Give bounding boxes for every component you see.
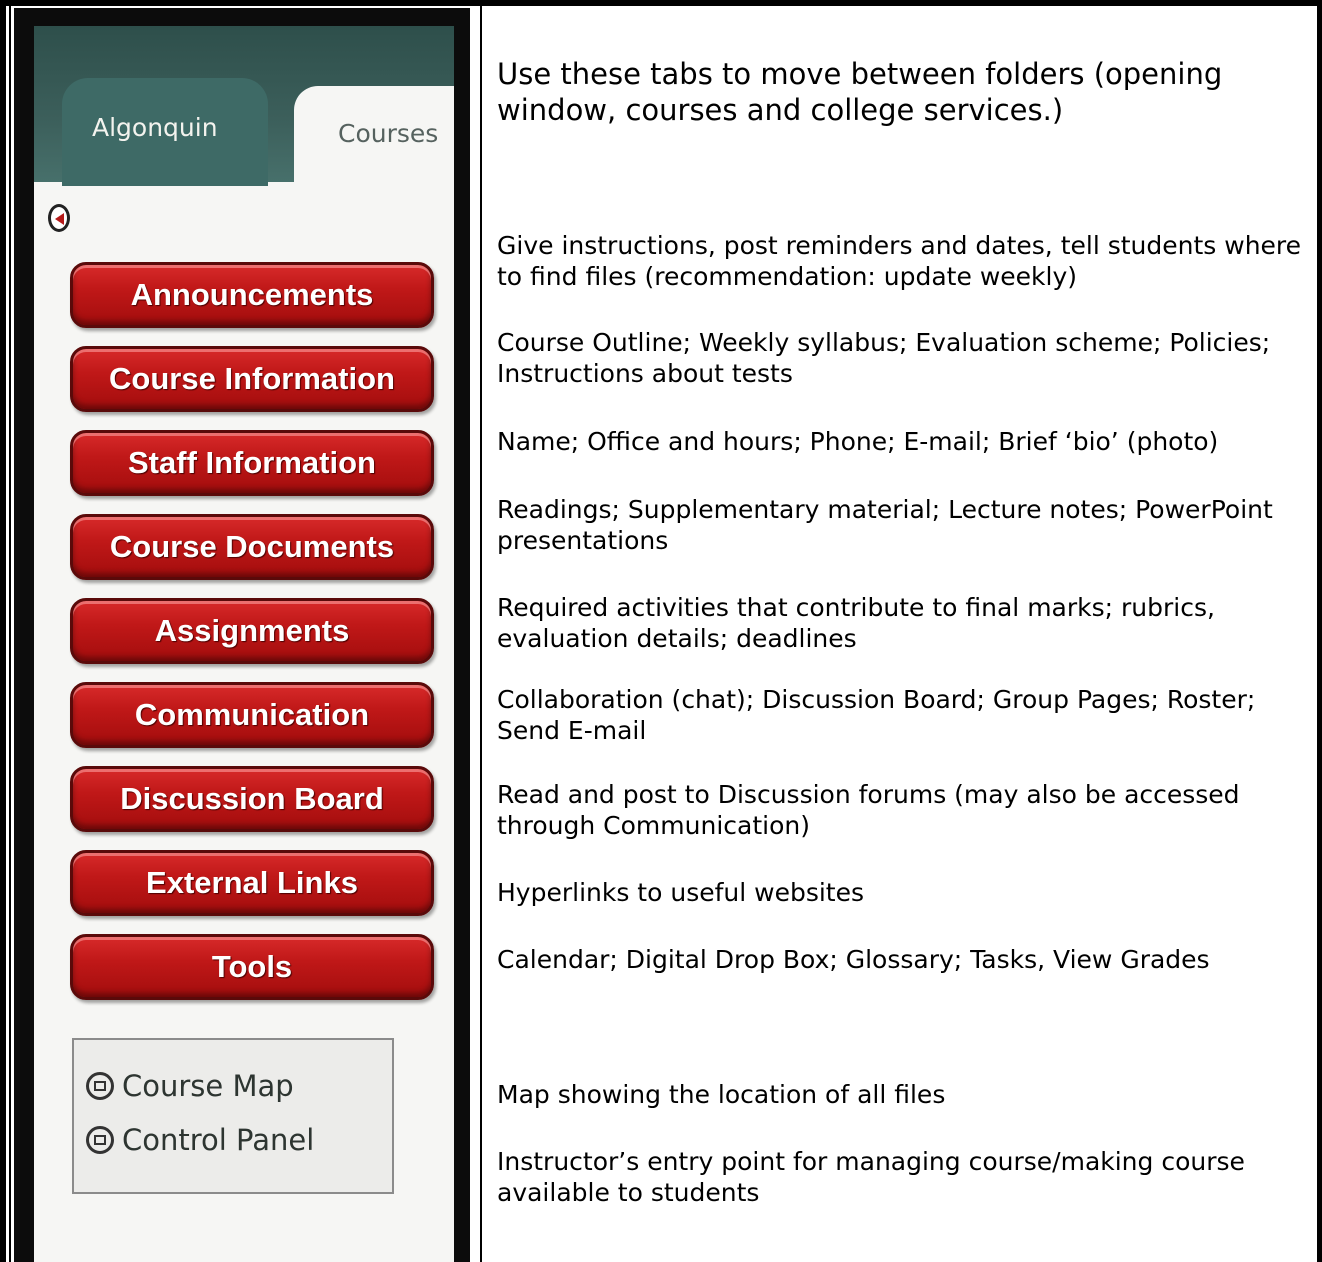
table-border-left — [0, 0, 6, 1262]
desc-course-information: Course Outline; Weekly syllabus; Evaluat… — [497, 328, 1271, 388]
tools-button[interactable]: Tools — [70, 934, 434, 1000]
control-panel-icon — [86, 1126, 114, 1154]
control-panel-label: Control Panel — [122, 1123, 315, 1157]
external-links-button[interactable]: External Links — [70, 850, 434, 916]
desc-staff-information: Name; Office and hours; Phone; E-mail; B… — [497, 427, 1219, 456]
communication-button[interactable]: Communication — [70, 682, 434, 748]
desc-course-map: Map showing the location of all files — [497, 1080, 946, 1109]
control-panel-link[interactable]: Control Panel — [86, 1120, 314, 1160]
course-menu-screenshot: Algonquin Courses Announcements Course I… — [14, 8, 470, 1262]
column-divider — [480, 0, 482, 1262]
course-menu-panel: Algonquin Courses Announcements Course I… — [34, 26, 454, 1262]
course-documents-button[interactable]: Course Documents — [70, 514, 434, 580]
desc-external-links: Hyperlinks to useful websites — [497, 878, 865, 907]
desc-communication: Collaboration (chat); Discussion Board; … — [497, 685, 1256, 745]
table-border-right — [1317, 0, 1322, 1262]
desc-tabs: Use these tabs to move between folders (… — [497, 57, 1223, 127]
table-border-top — [0, 0, 1322, 6]
announcements-button[interactable]: Announcements — [70, 262, 434, 328]
assignments-button[interactable]: Assignments — [70, 598, 434, 664]
tab-courses[interactable]: Courses — [294, 86, 454, 186]
cell-border-left — [9, 6, 11, 1262]
desc-announcements: Give instructions, post reminders and da… — [497, 231, 1302, 291]
tab-algonquin[interactable]: Algonquin — [62, 78, 268, 186]
discussion-board-button[interactable]: Discussion Board — [70, 766, 434, 832]
collapse-arrow-icon[interactable] — [48, 204, 70, 232]
course-map-icon — [86, 1072, 114, 1100]
course-map-label: Course Map — [122, 1069, 294, 1103]
desc-course-documents: Readings; Supplementary material; Lectur… — [497, 495, 1273, 555]
desc-tools: Calendar; Digital Drop Box; Glossary; Ta… — [497, 945, 1210, 974]
desc-control-panel: Instructor’s entry point for managing co… — [497, 1147, 1245, 1207]
course-information-button[interactable]: Course Information — [70, 346, 434, 412]
desc-assignments: Required activities that contribute to f… — [497, 593, 1215, 653]
staff-information-button[interactable]: Staff Information — [70, 430, 434, 496]
desc-discussion-board: Read and post to Discussion forums (may … — [497, 780, 1240, 840]
course-tools-box: Course Map Control Panel — [72, 1038, 394, 1194]
course-map-link[interactable]: Course Map — [86, 1066, 294, 1106]
